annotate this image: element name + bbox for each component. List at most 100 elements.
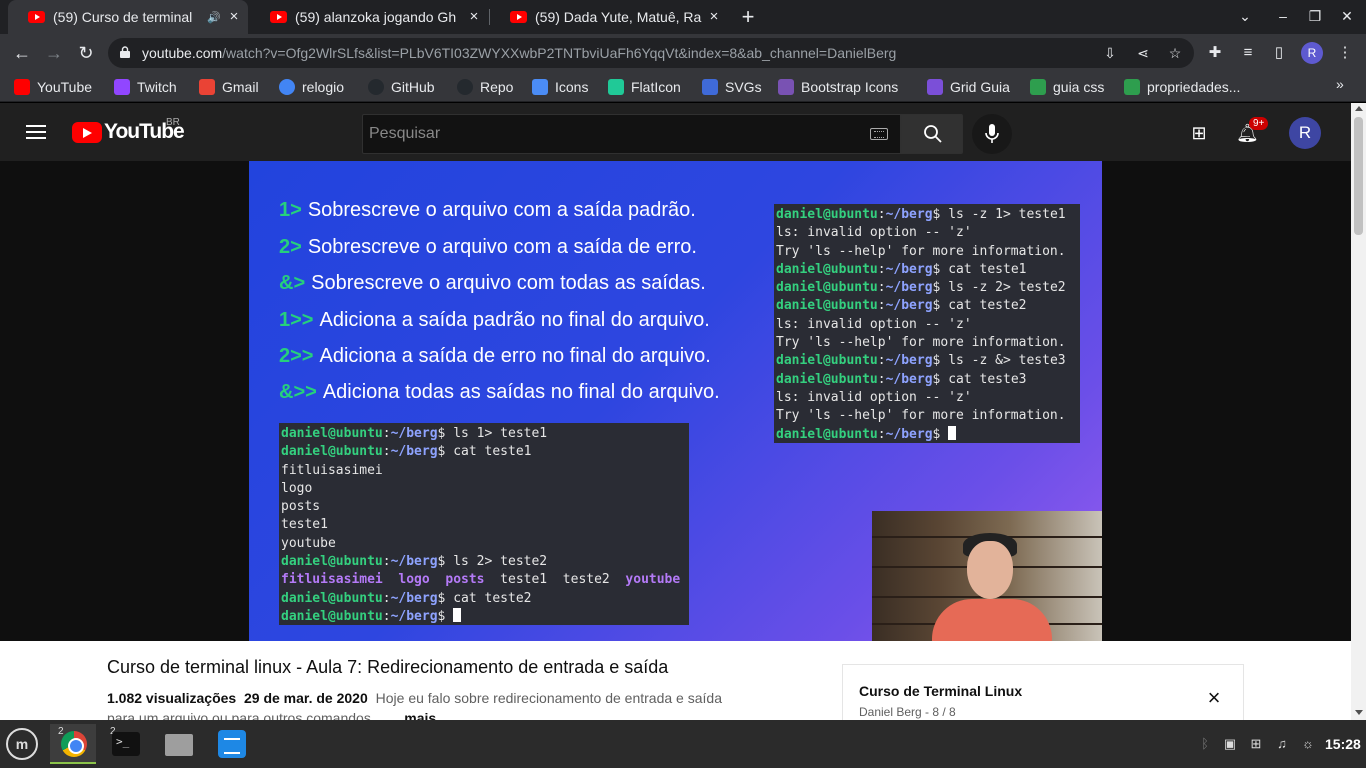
flaticon-icon bbox=[608, 79, 624, 95]
address-bar[interactable]: youtube.com/watch?v=Ofg2WlrSLfs&list=PLb… bbox=[108, 38, 1194, 68]
bookmark-youtube[interactable]: YouTube bbox=[14, 77, 92, 97]
linux-mint-menu-icon[interactable]: m bbox=[6, 728, 38, 760]
tab-curso-terminal[interactable]: (59) Curso de terminal 🔊 × bbox=[8, 0, 248, 34]
search-button[interactable] bbox=[901, 114, 963, 154]
page-scrollbar[interactable] bbox=[1351, 103, 1366, 720]
bookmark-star-icon[interactable]: ☆ bbox=[1167, 45, 1183, 61]
show-more-link[interactable]: ...mais bbox=[393, 710, 437, 720]
forward-arrow-icon[interactable]: → bbox=[43, 42, 65, 64]
terminal-line: daniel@ubuntu:~/berg$ ls 2> teste2 bbox=[281, 554, 548, 570]
terminal-left: daniel@ubuntu:~/berg$ ls 1> teste1 daniel… bbox=[279, 423, 689, 625]
brightness-icon[interactable]: ☼ bbox=[1300, 736, 1316, 752]
clock[interactable]: 15:28 bbox=[1325, 736, 1361, 752]
slide-line: &>> Adiciona todas as saídas no final do … bbox=[279, 381, 720, 403]
youtube-logo-icon[interactable] bbox=[72, 122, 102, 143]
bookmark-flaticon[interactable]: FlatIcon bbox=[608, 77, 681, 97]
terminal-output: fitluisasimei bbox=[281, 462, 383, 478]
shield-icon bbox=[927, 79, 943, 95]
prompt-user: daniel@ubuntu bbox=[776, 371, 878, 387]
playlist-panel[interactable]: Curso de Terminal Linux Daniel Berg - 8 … bbox=[842, 664, 1244, 720]
w-icon bbox=[1030, 79, 1046, 95]
voice-search-button[interactable] bbox=[972, 114, 1012, 154]
terminal-line: daniel@ubuntu:~/berg$ cat teste1 bbox=[281, 444, 532, 460]
taskbar-files[interactable] bbox=[155, 724, 201, 764]
bluetooth-icon[interactable]: ᛒ bbox=[1197, 736, 1213, 752]
playlist-title[interactable]: Curso de Terminal Linux bbox=[859, 683, 1022, 699]
volume-icon[interactable]: ♫ bbox=[1274, 736, 1290, 752]
prompt-dir: ~/berg bbox=[885, 280, 933, 296]
menu-kebab-icon[interactable]: ⋮ bbox=[1336, 44, 1354, 62]
close-window-button[interactable]: ✕ bbox=[1338, 8, 1356, 25]
close-icon[interactable]: × bbox=[466, 9, 482, 25]
bookmark-github[interactable]: GitHub bbox=[368, 77, 435, 97]
share-icon[interactable]: ⋖ bbox=[1135, 45, 1151, 61]
folder-icon bbox=[165, 734, 193, 756]
prompt-dir: ~/berg bbox=[390, 426, 438, 441]
video-title: Curso de terminal linux - Aula 7: Redire… bbox=[107, 657, 669, 677]
youtube-favicon-icon bbox=[270, 11, 287, 23]
video-player[interactable]: 1> Sobrescreve o arquivo com a saída padr… bbox=[249, 161, 1102, 641]
minimize-button[interactable]: – bbox=[1274, 8, 1292, 24]
prompt-user: daniel@ubuntu bbox=[281, 590, 383, 606]
youtube-header: YouTube BR ⊞ 🔔︎ 9+ R bbox=[0, 103, 1351, 161]
keyboard-icon[interactable] bbox=[870, 128, 888, 140]
prompt-user: daniel@ubuntu bbox=[281, 426, 383, 441]
bookmark-svgs[interactable]: SVGs bbox=[702, 77, 762, 97]
clipboard-icon[interactable]: ▣ bbox=[1222, 736, 1238, 752]
prompt-dir: ~/berg bbox=[390, 444, 438, 460]
bookmark-repo[interactable]: Repo bbox=[457, 77, 513, 97]
microphone-icon bbox=[985, 124, 999, 143]
video-meta[interactable]: 1.082 visualizações 29 de mar. de 2020 H… bbox=[107, 690, 722, 706]
bookmark-relogio[interactable]: relogio bbox=[279, 77, 344, 97]
tab-dada-yute[interactable]: (59) Dada Yute, Matuê, Ra × bbox=[490, 0, 728, 34]
bookmarks-bar: YouTube Twitch Gmail relogio GitHub Repo… bbox=[0, 72, 1366, 102]
bookmarks-overflow-chevron-icon[interactable]: » bbox=[1336, 76, 1344, 92]
slide-line: 2> Sobrescreve o arquivo com a saída de e… bbox=[279, 236, 697, 258]
terminal-output: Try 'ls --help' for more information. bbox=[776, 335, 1066, 351]
tab-search-chevron-icon[interactable]: ⌄ bbox=[1236, 8, 1254, 25]
tab-alanzoka[interactable]: (59) alanzoka jogando Gh × bbox=[250, 0, 488, 34]
bookmark-twitch[interactable]: Twitch bbox=[114, 77, 177, 97]
terminal-line: daniel@ubuntu:~/berg$ cat teste2 bbox=[776, 298, 1027, 314]
bookmark-bootstrap-icons[interactable]: Bootstrap Icons bbox=[778, 77, 898, 97]
hamburger-menu-icon[interactable] bbox=[26, 125, 46, 139]
video-description[interactable]: para um arquivo ou para outros comandos.… bbox=[107, 710, 436, 720]
terminal-line: daniel@ubuntu:~/berg$ ls -z 1> teste1 bbox=[776, 207, 1066, 222]
network-icon[interactable]: ⊞ bbox=[1248, 736, 1264, 752]
side-panel-icon[interactable]: ▯ bbox=[1270, 44, 1288, 62]
account-avatar[interactable]: R bbox=[1289, 117, 1321, 149]
prompt-dir: ~/berg bbox=[390, 590, 438, 606]
media-controls-icon[interactable]: ≡ bbox=[1239, 44, 1257, 62]
bookmark-grid-guia[interactable]: Grid Guia bbox=[927, 77, 1010, 97]
browser-toolbar: ← → ↻ youtube.com/watch?v=Ofg2WlrSLfs&li… bbox=[0, 34, 1366, 72]
close-icon[interactable]: × bbox=[706, 9, 722, 25]
bookmark-guia-css[interactable]: guia css bbox=[1030, 77, 1104, 97]
terminal-output: posts bbox=[281, 499, 321, 515]
scroll-up-arrow-icon[interactable] bbox=[1355, 106, 1363, 111]
back-arrow-icon[interactable]: ← bbox=[11, 42, 33, 64]
reload-icon[interactable]: ↻ bbox=[75, 42, 97, 64]
scroll-down-arrow-icon[interactable] bbox=[1355, 710, 1363, 715]
text-editor-icon bbox=[218, 730, 246, 758]
speaker-icon[interactable]: 🔊 bbox=[207, 11, 221, 24]
taskbar-terminal[interactable]: 2 >_ bbox=[102, 724, 148, 764]
close-icon[interactable]: × bbox=[226, 9, 242, 25]
ls-file: teste1 bbox=[500, 572, 548, 588]
taskbar-chrome[interactable]: 2 bbox=[50, 724, 96, 764]
webcam-overlay bbox=[872, 511, 1102, 641]
bookmark-gmail[interactable]: Gmail bbox=[199, 77, 259, 97]
extensions-puzzle-icon[interactable]: ✚ bbox=[1206, 44, 1224, 62]
prompt-user: daniel@ubuntu bbox=[281, 608, 383, 624]
install-app-icon[interactable]: ⇩ bbox=[1102, 45, 1118, 61]
create-video-icon[interactable]: ⊞ bbox=[1188, 122, 1210, 144]
taskbar-text-editor[interactable] bbox=[208, 724, 254, 764]
profile-avatar[interactable]: R bbox=[1301, 42, 1323, 64]
close-icon[interactable]: × bbox=[1205, 687, 1223, 709]
maximize-button[interactable]: ❐ bbox=[1306, 8, 1324, 25]
youtube-favicon-icon bbox=[510, 11, 527, 23]
search-input[interactable] bbox=[363, 115, 843, 153]
scroll-thumb[interactable] bbox=[1354, 117, 1363, 235]
new-tab-button[interactable]: + bbox=[737, 6, 759, 28]
bookmark-icons[interactable]: Icons bbox=[532, 77, 588, 97]
bookmark-propriedades[interactable]: propriedades... bbox=[1124, 77, 1240, 97]
